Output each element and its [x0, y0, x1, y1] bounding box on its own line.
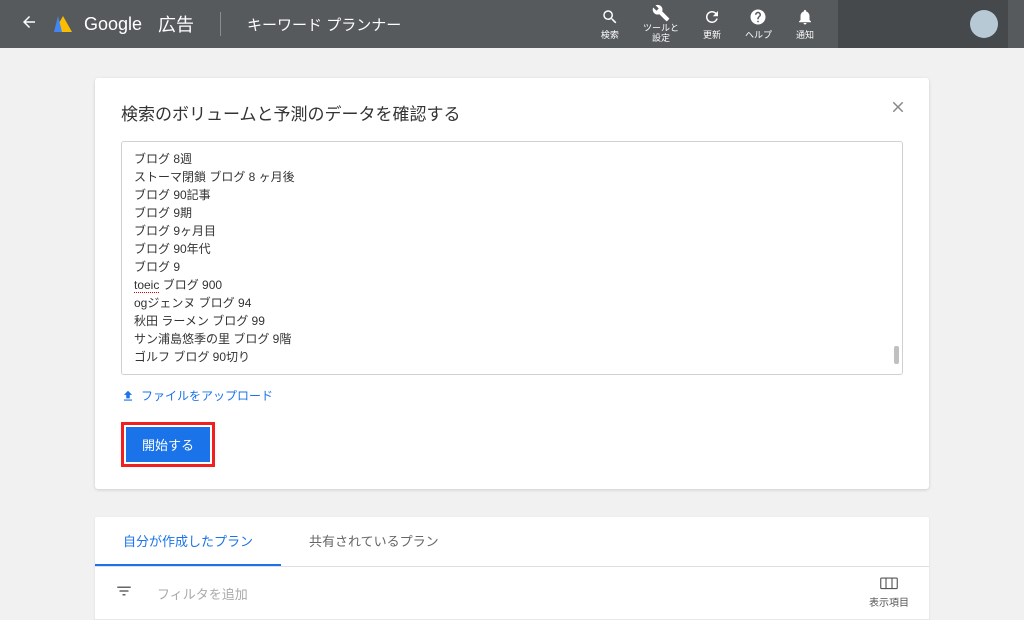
upload-file-link[interactable]: ファイルをアップロード — [121, 387, 903, 404]
main-content: 検索のボリュームと予測のデータを確認する ブログ 8週ストーマ閉鎖 ブログ 8 … — [0, 48, 1024, 620]
columns-label: 表示項目 — [869, 594, 909, 609]
filter-placeholder-text: フィルタを追加 — [157, 587, 248, 602]
notifications-label: 通知 — [796, 28, 814, 41]
bell-icon — [796, 8, 814, 26]
scrollbar-thumb[interactable] — [894, 346, 899, 364]
plans-section: 自分が作成したプラン 共有されているプラン フィルタを追加 表示項目 — [95, 517, 929, 620]
avatar[interactable] — [970, 10, 998, 38]
tools-button[interactable]: ツールと 設定 — [631, 4, 691, 44]
notifications-button[interactable]: 通知 — [784, 8, 826, 41]
plan-tabs: 自分が作成したプラン 共有されているプラン — [95, 517, 929, 567]
tools-label: ツールと 設定 — [643, 24, 679, 44]
brand-name: Google — [84, 14, 142, 35]
keyword-list-content: ブログ 8週ストーマ閉鎖 ブログ 8 ヶ月後ブログ 90記事ブログ 9期ブログ … — [134, 150, 890, 366]
refresh-button[interactable]: 更新 — [691, 8, 733, 41]
search-label: 検索 — [601, 28, 619, 41]
upload-label: ファイルをアップロード — [141, 387, 273, 404]
page-title: キーワード プランナー — [247, 14, 401, 35]
tab-shared-plans[interactable]: 共有されているプラン — [281, 517, 467, 566]
start-button-label: 開始する — [142, 438, 194, 453]
columns-button[interactable]: 表示項目 — [869, 577, 909, 609]
help-button[interactable]: ヘルプ — [733, 8, 784, 41]
close-icon — [889, 98, 907, 116]
account-switcher[interactable] — [838, 0, 1008, 48]
help-icon — [749, 8, 767, 26]
back-arrow-icon[interactable] — [16, 9, 42, 40]
start-button-highlight: 開始する — [121, 422, 215, 467]
keyword-input[interactable]: ブログ 8週ストーマ閉鎖 ブログ 8 ヶ月後ブログ 90記事ブログ 9期ブログ … — [121, 141, 903, 375]
close-card-button[interactable] — [889, 98, 907, 120]
google-ads-logo-icon — [54, 16, 72, 32]
brand-product: 広告 — [158, 11, 194, 37]
refresh-icon — [703, 8, 721, 26]
tab-my-plans[interactable]: 自分が作成したプラン — [95, 517, 281, 566]
forecast-card: 検索のボリュームと予測のデータを確認する ブログ 8週ストーマ閉鎖 ブログ 8 … — [95, 78, 929, 489]
filter-input[interactable]: フィルタを追加 — [157, 584, 869, 603]
columns-icon — [880, 577, 898, 591]
filter-icon — [115, 582, 133, 600]
start-button[interactable]: 開始する — [126, 427, 210, 462]
refresh-label: 更新 — [703, 28, 721, 41]
help-label: ヘルプ — [745, 28, 772, 41]
wrench-icon — [652, 4, 670, 22]
search-button[interactable]: 検索 — [589, 8, 631, 41]
filter-button[interactable] — [115, 582, 133, 605]
tab-my-plans-label: 自分が作成したプラン — [123, 534, 253, 549]
header-left: Google 広告 キーワード プランナー — [16, 9, 401, 40]
header-right: 検索 ツールと 設定 更新 ヘルプ 通知 — [589, 0, 1008, 48]
upload-icon — [121, 389, 135, 403]
filter-row: フィルタを追加 表示項目 — [95, 567, 929, 620]
tab-shared-plans-label: 共有されているプラン — [309, 534, 439, 549]
search-icon — [601, 8, 619, 26]
app-header: Google 広告 キーワード プランナー 検索 ツールと 設定 更新 ヘルプ … — [0, 0, 1024, 48]
header-divider — [220, 12, 221, 36]
card-title: 検索のボリュームと予測のデータを確認する — [121, 100, 903, 125]
